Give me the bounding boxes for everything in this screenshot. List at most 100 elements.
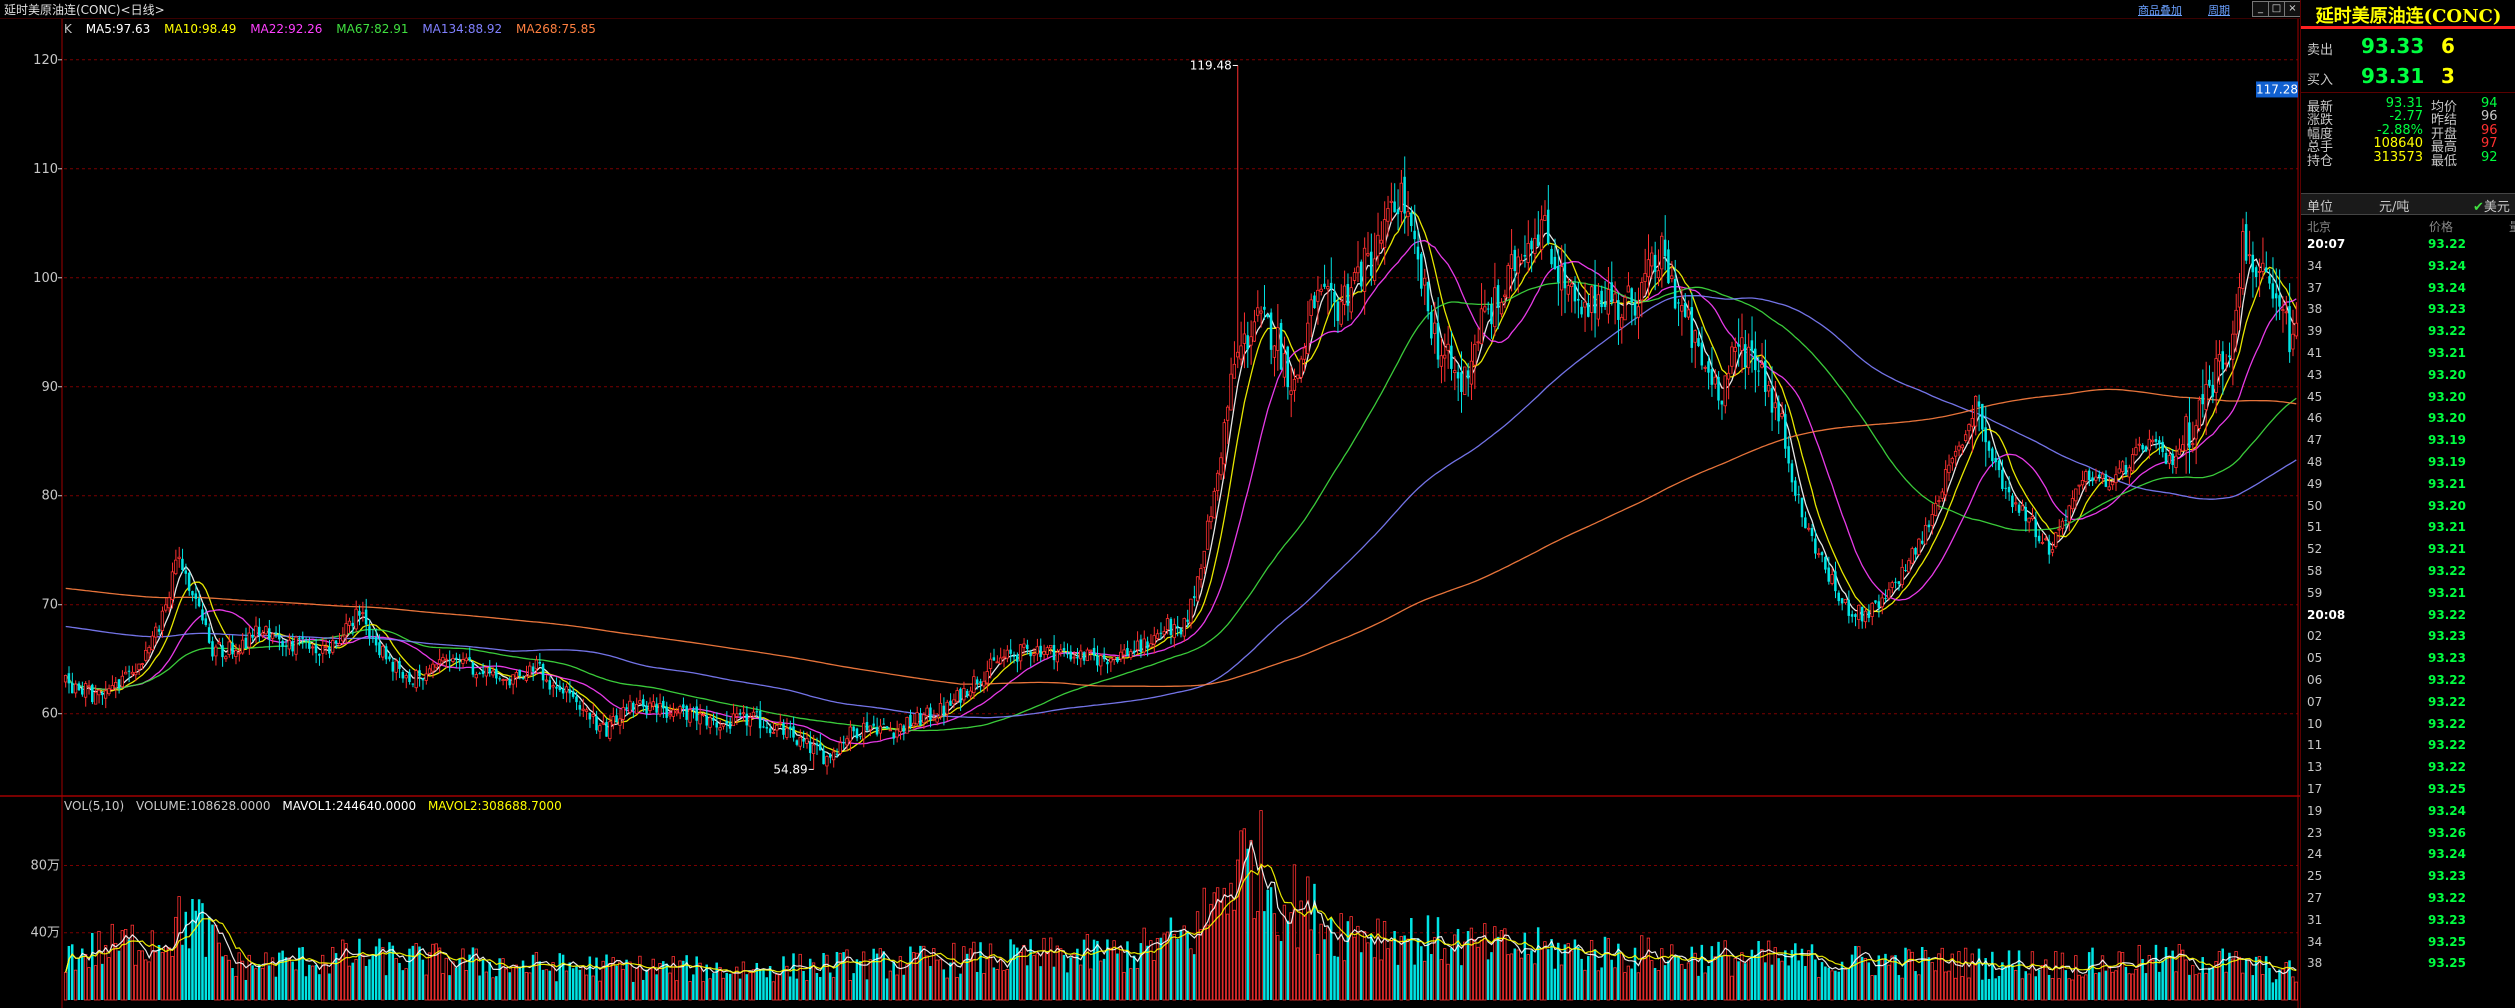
candle-body <box>2231 333 2235 360</box>
volume-bar <box>1155 938 1160 1001</box>
candle-body <box>2047 541 2051 555</box>
candle-body <box>1396 209 1400 215</box>
candle-body <box>1773 402 1777 409</box>
candle-body <box>1723 375 1727 407</box>
candle-body <box>361 612 365 615</box>
candle-body <box>561 689 565 694</box>
candle-body <box>1617 300 1620 320</box>
candle-body <box>695 706 698 721</box>
volume-bar <box>401 970 405 1000</box>
volume-bar <box>1366 942 1370 1001</box>
candle-body <box>461 659 465 664</box>
candle-body <box>1352 272 1357 281</box>
candle-body <box>1887 589 1891 599</box>
tick-time: 50 <box>2307 498 2323 513</box>
candle-body <box>308 642 311 649</box>
usd-checkbox-label: 美元 <box>2483 200 2510 215</box>
tick-time: 11 <box>2307 738 2323 753</box>
ma268-label: MA268:75.85 <box>516 22 596 36</box>
candle-body <box>665 706 668 718</box>
candle-body <box>1984 427 1987 443</box>
usd-checkbox[interactable]: ✔美元 <box>2473 196 2510 215</box>
candle-body <box>822 750 825 765</box>
tick-row: 51 93.21 <box>2301 520 2515 542</box>
candle-body <box>1359 261 1363 287</box>
volume-bar <box>211 924 214 1000</box>
volume-bar <box>2251 975 2255 1000</box>
candle-body <box>2037 535 2041 542</box>
candle-body <box>404 675 408 679</box>
volume-bar <box>1636 972 1641 1001</box>
volume-bar <box>888 970 893 1001</box>
candle-body <box>1790 463 1794 483</box>
ma-line-10 <box>65 212 2297 753</box>
candle-body <box>2224 362 2228 365</box>
candle-body <box>1797 494 1800 496</box>
volume-bar <box>354 958 358 1001</box>
candle-body <box>451 658 455 662</box>
candle-body <box>2100 473 2105 479</box>
volume-bar <box>1376 918 1380 1001</box>
unit-label: 单位 <box>2307 200 2334 215</box>
volume-bar <box>765 977 769 1000</box>
tick-row: 10 93.22 <box>2301 717 2515 739</box>
orderbook-divider <box>2301 92 2515 93</box>
candle-body <box>1209 516 1213 523</box>
volume-bar <box>1670 944 1674 1001</box>
volume-bar <box>1252 918 1256 1001</box>
candle-body <box>388 656 391 660</box>
moving-average-lines <box>65 203 2297 758</box>
candle-body <box>531 666 535 672</box>
volume-bar <box>2074 955 2078 1001</box>
candle-body <box>1436 322 1440 360</box>
candle-body <box>1930 514 1934 526</box>
candle-body <box>1219 457 1223 476</box>
volume-bar <box>1146 945 1149 1000</box>
volume-bar <box>514 964 519 1001</box>
ticks-header: 北京 价格 量 <box>2301 216 2515 234</box>
candle-body <box>1733 347 1737 352</box>
tick-row: 59 93.21 <box>2301 586 2515 608</box>
volume-bar <box>147 961 151 1001</box>
grid-lines <box>0 19 2300 1008</box>
volume-bar <box>1413 964 1416 1000</box>
volume-bar <box>762 968 765 1000</box>
candle-body <box>965 690 969 697</box>
volume-bar <box>1596 970 1600 1001</box>
volume-bar <box>1703 972 1707 1001</box>
volume-bar <box>2020 978 2025 1001</box>
volume-bar <box>1352 936 1357 1001</box>
candle-body <box>2291 333 2295 350</box>
candle-body <box>1874 600 1877 603</box>
candle-body <box>2104 474 2108 487</box>
candle-body <box>528 665 532 677</box>
candle-body <box>805 738 809 744</box>
volume-bar <box>314 964 318 1000</box>
tick-price: 93.22 <box>2428 694 2466 709</box>
kline-chart[interactable]: 120 110 100 90 80 70 60 80万 40万 119.48 54.89 117.2… <box>0 0 2300 1008</box>
volume-bar <box>625 959 628 1000</box>
candle-body <box>1272 345 1277 358</box>
volume-bar <box>1433 937 1437 1001</box>
candle-body <box>2144 446 2148 452</box>
volume-bar <box>137 950 141 1001</box>
candle-body <box>101 692 104 696</box>
volume-bar <box>1860 956 1864 1000</box>
volume-bar <box>775 973 779 1001</box>
volume-bar <box>378 938 381 1000</box>
candle-body <box>481 670 485 675</box>
candle-body <box>2228 355 2231 358</box>
volume-bar <box>391 945 395 1000</box>
candle-body <box>1804 517 1807 529</box>
candle-body <box>107 688 111 695</box>
candle-body <box>929 707 932 721</box>
volume-bar <box>371 954 375 1000</box>
mavol1-value: MAVOL1:244640.0000 <box>282 799 417 813</box>
candle-body <box>287 639 291 650</box>
volume-bar <box>1933 970 1938 1001</box>
volume-bar <box>1346 921 1350 1000</box>
volume-bar <box>2060 952 2065 1001</box>
volume-bar <box>865 979 869 1000</box>
volume-bar <box>1787 965 1790 1000</box>
candle-body <box>1933 503 1938 516</box>
